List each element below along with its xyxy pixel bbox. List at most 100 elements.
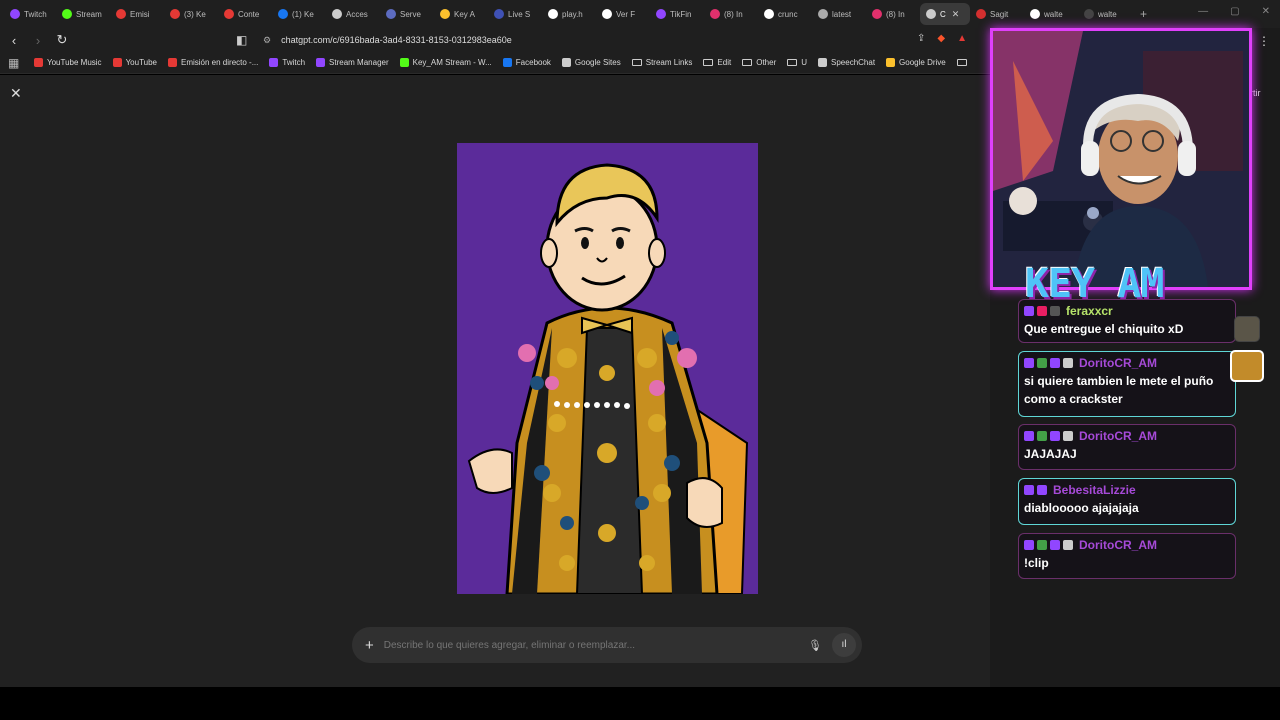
tab-favicon-icon (494, 9, 504, 19)
new-tab-button[interactable]: + (1140, 7, 1147, 21)
bookmark-label: Edit (717, 58, 732, 67)
folder-icon (703, 59, 714, 66)
bookmark-item[interactable]: YouTube (112, 58, 157, 67)
bookmark-item[interactable]: SpeechChat (818, 58, 875, 67)
tab-favicon-icon (926, 9, 936, 19)
chat-message: DoritoCR_AM JAJAJAJ (1018, 424, 1236, 470)
browser-tab[interactable]: play.h (542, 3, 596, 25)
chat-badge-icon (1024, 485, 1034, 495)
tab-favicon-icon (548, 9, 558, 19)
chat-badge-icon (1050, 431, 1060, 441)
bookmark-item[interactable]: Twitch (269, 58, 305, 67)
bookmark-folder[interactable]: Other (742, 58, 776, 67)
browser-tab[interactable]: (8) In (866, 3, 920, 25)
browser-tab[interactable]: Serve (380, 3, 434, 25)
edit-prompt-input[interactable] (383, 639, 784, 651)
address-bar[interactable]: ⚙ chatgpt.com/c/6916bada-3ad4-8331-8153-… (255, 31, 975, 49)
back-icon[interactable]: ‹ (4, 33, 24, 48)
chat-message-text: !clip (1024, 556, 1049, 570)
close-tab-icon[interactable]: ✕ (952, 9, 960, 20)
site-info-icon[interactable]: ⚙ (263, 35, 271, 46)
browser-tab[interactable]: Key A (434, 3, 488, 25)
browser-tab[interactable]: TikFin (650, 3, 704, 25)
chat-badge-icon (1050, 358, 1060, 368)
bookmark-item[interactable]: Stream Manager (316, 58, 389, 67)
bookmark-page-icon[interactable]: ◧ (236, 33, 247, 47)
browser-tab[interactable]: Ver F (596, 3, 650, 25)
tab-label: (3) Ke (184, 9, 206, 19)
chat-badge-icon (1024, 306, 1034, 316)
bookmark-label: Stream Manager (329, 58, 389, 67)
window-controls: — ▢ ✕ (1198, 6, 1270, 17)
generated-image[interactable] (457, 143, 758, 594)
url-text: chatgpt.com/c/6916bada-3ad4-8331-8153-03… (281, 35, 512, 45)
browser-tab[interactable]: Twitch (4, 3, 56, 25)
tab-label: Conte (238, 9, 260, 19)
browser-tab[interactable]: (1) Ke (272, 3, 326, 25)
tab-favicon-icon (440, 9, 450, 19)
bottom-bar (0, 687, 1280, 720)
browser-tab[interactable]: C ✕ (920, 3, 970, 25)
webcam-feed (990, 28, 1252, 290)
chat-badge-icon (1063, 540, 1073, 550)
plus-icon[interactable]: + (365, 637, 374, 654)
bookmark-label: SpeechChat (831, 58, 876, 67)
browser-menu-icon[interactable]: ⋮ (1258, 34, 1270, 48)
brave-shield-icon[interactable]: ◆ (937, 33, 945, 44)
bookmark-folder[interactable] (956, 59, 971, 66)
browser-tab[interactable]: walte (1078, 3, 1132, 25)
chat-message-text: si quiere tambien le mete el puño como a… (1024, 374, 1214, 406)
tab-label: Key A (454, 9, 475, 19)
tab-favicon-icon (116, 9, 126, 19)
chat-badge-icon (1037, 431, 1047, 441)
browser-tab[interactable]: Stream (56, 3, 110, 25)
browser-tab[interactable]: Live S (488, 3, 542, 25)
bookmark-favicon-icon (561, 58, 571, 67)
share-icon[interactable]: ⇪ (917, 33, 925, 44)
browser-tab[interactable]: (8) In (704, 3, 758, 25)
bookmark-favicon-icon (269, 58, 279, 67)
browser-tab[interactable]: crunc (758, 3, 812, 25)
bookmark-item[interactable]: Google Drive (886, 58, 946, 67)
browser-tab[interactable]: Conte (218, 3, 272, 25)
browser-tab[interactable]: latest (812, 3, 866, 25)
chat-username: DoritoCR_AM (1079, 429, 1157, 443)
bookmark-item[interactable]: Google Sites (561, 58, 621, 67)
bookmark-favicon-icon (168, 58, 177, 67)
microphone-icon[interactable]: 🎙 (808, 639, 822, 652)
forward-icon[interactable]: › (28, 33, 48, 48)
tab-label: walte (1098, 9, 1117, 19)
chat-username: DoritoCR_AM (1079, 356, 1157, 370)
bookmark-label: Google Drive (899, 58, 946, 67)
chat-username: DoritoCR_AM (1079, 538, 1157, 552)
browser-tab[interactable]: (3) Ke (164, 3, 218, 25)
browser-tab[interactable]: walte (1024, 3, 1078, 25)
tab-favicon-icon (332, 9, 342, 19)
bookmark-favicon-icon (502, 58, 512, 67)
brave-rewards-icon[interactable]: ▲ (957, 33, 967, 44)
bookmark-folder[interactable]: Stream Links (631, 58, 692, 67)
reload-icon[interactable]: ↻ (52, 32, 72, 48)
browser-tab[interactable]: Acces (326, 3, 380, 25)
browser-tab[interactable]: Sagit (970, 3, 1024, 25)
maximize-icon[interactable]: ▢ (1230, 6, 1239, 17)
chat-avatar (1234, 316, 1260, 342)
tab-label: C (940, 9, 946, 19)
voice-mode-icon[interactable]: ıl (832, 633, 856, 657)
apps-grid-icon[interactable]: ▦ (8, 56, 22, 70)
bookmark-item[interactable]: Emisión en directo -... (168, 58, 258, 67)
bookmark-folder[interactable]: U (787, 58, 807, 67)
chat-username: BebesitaLizzie (1053, 483, 1136, 497)
chat-badge-icon (1037, 485, 1047, 495)
bookmark-item[interactable]: Key_AM Stream - W... (399, 58, 492, 67)
close-editor-icon[interactable]: ✕ (10, 85, 22, 102)
close-window-icon[interactable]: ✕ (1262, 6, 1270, 17)
minimize-icon[interactable]: — (1198, 6, 1208, 17)
browser-tab[interactable]: Emisi (110, 3, 164, 25)
bookmark-folder[interactable]: Edit (703, 58, 731, 67)
chat-badge-icon (1037, 540, 1047, 550)
bookmark-item[interactable]: YouTube Music (34, 58, 102, 67)
bookmark-favicon-icon (818, 58, 828, 67)
tab-favicon-icon (1084, 9, 1094, 19)
bookmark-item[interactable]: Facebook (502, 58, 551, 67)
